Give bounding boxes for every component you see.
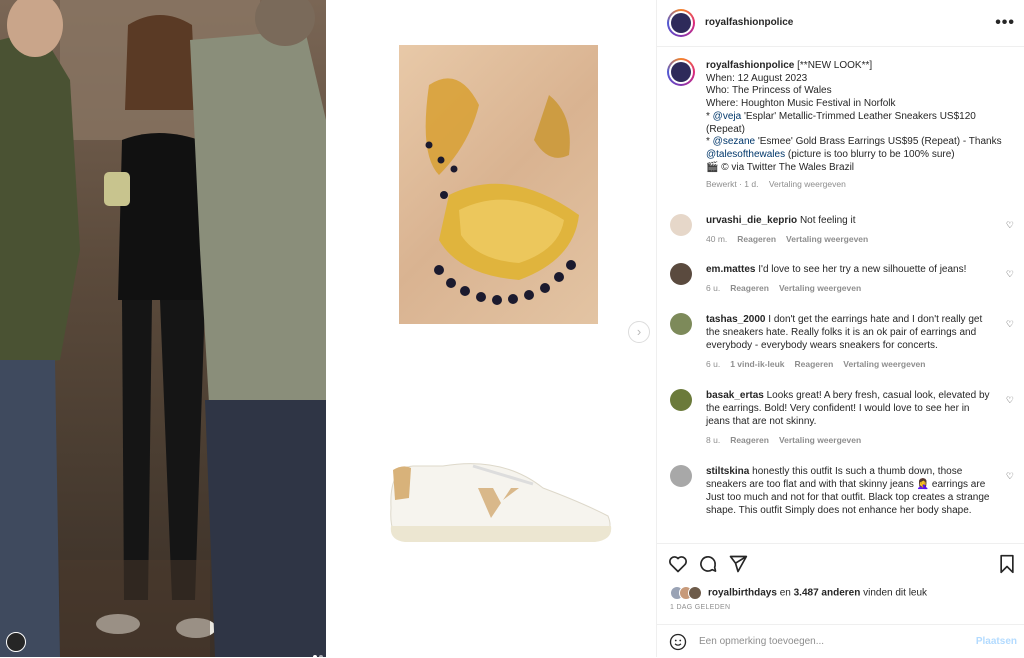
- comment-avatar[interactable]: [670, 465, 692, 487]
- author-username[interactable]: royalfashionpolice: [705, 17, 793, 28]
- heart-icon[interactable]: [668, 554, 688, 574]
- caption-item-sneakers-cont: (Repeat): [706, 123, 745, 135]
- comment-username[interactable]: tashas_2000: [706, 314, 766, 325]
- post-actions: royalbirthdays en 3.487 anderen vinden d…: [657, 543, 1024, 624]
- caption-credit: 🎬 © via Twitter The Wales Brazil: [706, 161, 855, 173]
- caption-translate-link[interactable]: Vertaling weergeven: [769, 179, 846, 189]
- liker-avatar[interactable]: [688, 586, 702, 600]
- comment-username[interactable]: basak_ertas: [706, 390, 764, 401]
- caption-who: Who: The Princess of Wales: [706, 85, 832, 97]
- carousel-dots: [313, 646, 325, 657]
- comment-reply-link[interactable]: Reageren: [795, 359, 834, 369]
- caption-headline: [**NEW LOOK**]: [797, 60, 873, 71]
- chevron-right-icon: ›: [636, 324, 642, 339]
- post-photo-event[interactable]: [0, 0, 326, 657]
- sneaker-image: [383, 448, 615, 548]
- comment-like-heart-icon[interactable]: ♡: [1006, 395, 1014, 406]
- likes-count[interactable]: 3.487 anderen: [794, 588, 861, 599]
- comment-username[interactable]: em.mattes: [706, 264, 755, 275]
- comment-translate-link[interactable]: Vertaling weergeven: [843, 359, 925, 369]
- comment-text: honestly this outfit Is such a thumb dow…: [706, 466, 990, 516]
- likes-user[interactable]: royalbirthdays: [708, 588, 777, 599]
- earrings-image: [399, 45, 598, 324]
- comment-translate-link[interactable]: Vertaling weergeven: [786, 234, 868, 244]
- post-comment-button[interactable]: Plaatsen: [976, 636, 1017, 647]
- comment-like-count[interactable]: 1 vind-ik-leuk: [730, 359, 784, 369]
- post-caption: royalfashionpolice [**NEW LOOK**] When: …: [706, 60, 1011, 191]
- caption-bullet: *: [706, 110, 713, 122]
- comment-username[interactable]: stiltskina: [706, 466, 749, 477]
- comment-avatar[interactable]: [670, 263, 692, 285]
- caption-username[interactable]: royalfashionpolice: [706, 60, 794, 71]
- comment-like-heart-icon[interactable]: ♡: [1006, 319, 1014, 330]
- likes-summary: royalbirthdays en 3.487 anderen vinden d…: [670, 586, 927, 600]
- comment-time: 6 u.: [706, 359, 721, 369]
- post-date: 1 DAG GELEDEN: [670, 604, 731, 611]
- comment-like-heart-icon[interactable]: ♡: [1006, 471, 1014, 482]
- comment-avatar[interactable]: [670, 389, 692, 411]
- next-slide-button[interactable]: ›: [628, 321, 650, 343]
- comment-time: 6 u.: [706, 283, 721, 293]
- comment-reply-link[interactable]: Reageren: [730, 435, 769, 445]
- post-details-panel: royalfashionpolice ••• royalfashionpolic…: [656, 0, 1024, 657]
- mention-sezane[interactable]: @sezane: [713, 136, 755, 147]
- comment-avatar[interactable]: [670, 313, 692, 335]
- share-icon[interactable]: [728, 554, 748, 574]
- event-photo-illustration: [0, 0, 326, 657]
- comment-reply-link[interactable]: Reageren: [737, 234, 776, 244]
- comment-icon[interactable]: [698, 554, 718, 574]
- comment-translate-link[interactable]: Vertaling weergeven: [779, 435, 861, 445]
- bookmark-icon[interactable]: [997, 554, 1017, 574]
- caption-when: When: 12 August 2023: [706, 72, 808, 84]
- comment-item: tashas_2000 I don't get the earrings hat…: [670, 313, 1020, 383]
- comment-text: Not feeling it: [799, 215, 856, 226]
- caption-bullet: *: [706, 136, 713, 148]
- comment-item: stiltskina honestly this outfit Is such …: [670, 465, 1020, 537]
- comment-username[interactable]: urvashi_die_keprio: [706, 215, 797, 226]
- comment-item: basak_ertas Looks great! A bery fresh, c…: [670, 389, 1020, 455]
- comment-avatar[interactable]: [670, 214, 692, 236]
- tagged-user-icon[interactable]: [6, 632, 26, 652]
- comment-reply-link[interactable]: Reageren: [730, 283, 769, 293]
- comment-text: I'd love to see her try a new silhouette…: [758, 264, 967, 275]
- instagram-post-view: › royalfashionpolice ••• royalfashionpol…: [0, 0, 1024, 657]
- add-comment-bar: Een opmerking toevoegen... Plaatsen: [657, 624, 1024, 658]
- caption-edited: Bewerkt · 1 d.: [706, 179, 759, 190]
- caption-avatar[interactable]: [667, 58, 695, 86]
- comment-time: 40 m.: [706, 234, 728, 244]
- mention-talesofthewales[interactable]: @talesofthewales: [706, 149, 785, 160]
- caption-item-sneakers: 'Esplar' Metallic-Trimmed Leather Sneake…: [741, 110, 976, 122]
- likes-mid-text: en: [776, 587, 794, 599]
- likes-suffix: vinden dit leuk: [860, 587, 928, 599]
- mention-veja[interactable]: @veja: [713, 111, 742, 122]
- author-avatar[interactable]: [667, 9, 695, 37]
- comment-like-heart-icon[interactable]: ♡: [1006, 220, 1014, 231]
- comment-like-heart-icon[interactable]: ♡: [1006, 269, 1014, 280]
- sneaker-illustration: [390, 463, 612, 542]
- post-header: royalfashionpolice •••: [657, 0, 1024, 47]
- comment-item: urvashi_die_keprio Not feeling it 40 m. R…: [670, 214, 1020, 254]
- caption-where: Where: Houghton Music Festival in Norfol…: [706, 98, 896, 110]
- caption-note: (picture is too blurry to be 100% sure): [785, 148, 955, 160]
- comment-item: em.mattes I'd love to see her try a new …: [670, 263, 1020, 303]
- emoji-icon[interactable]: [669, 633, 687, 651]
- caption-item-earrings: 'Esmee' Gold Brass Earrings US$95 (Repea…: [755, 136, 1002, 148]
- earrings-illustration: [425, 78, 579, 305]
- comment-time: 8 u.: [706, 435, 721, 445]
- more-options-icon[interactable]: •••: [995, 14, 1015, 32]
- comment-input[interactable]: Een opmerking toevoegen...: [699, 636, 824, 647]
- comment-translate-link[interactable]: Vertaling weergeven: [779, 283, 861, 293]
